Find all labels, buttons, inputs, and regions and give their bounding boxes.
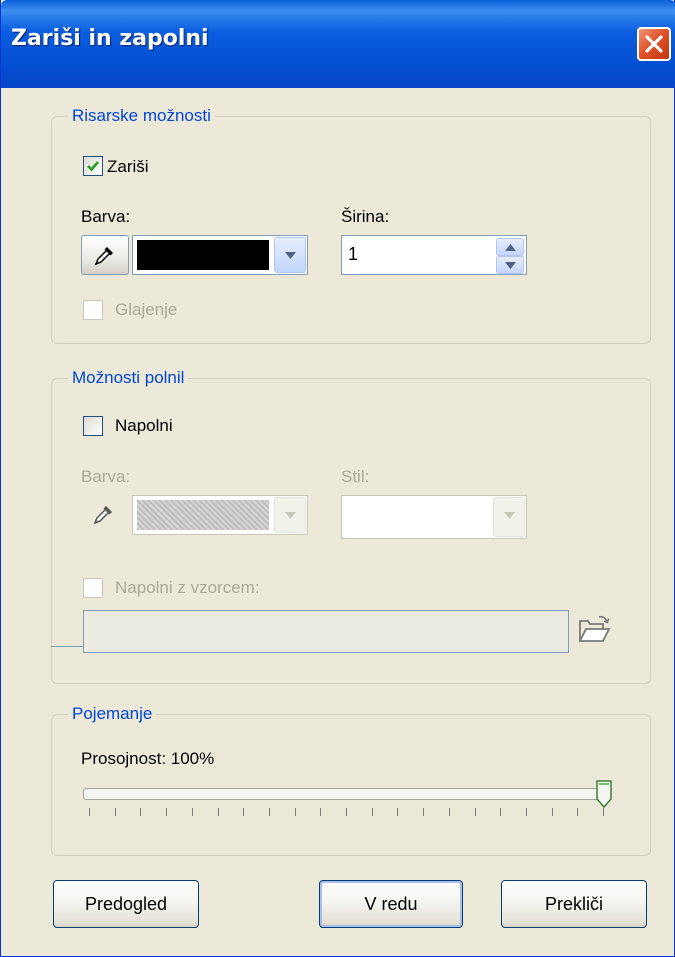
- slider-tick: [269, 808, 270, 816]
- slider-tick: [89, 808, 90, 816]
- cancel-button[interactable]: Prekliči: [501, 880, 647, 928]
- drawing-options-legend: Risarske možnosti: [68, 105, 215, 127]
- fill-color-picker-button[interactable]: [81, 495, 129, 535]
- chevron-up-icon: [505, 244, 516, 251]
- eyedropper-icon: [94, 247, 113, 266]
- antialias-label: Glajenje: [115, 300, 178, 319]
- fill-options-legend: Možnosti polnil: [68, 367, 189, 389]
- opacity-label: Prosojnost: 100%: [81, 749, 215, 768]
- fill-color-label: Barva:: [81, 467, 131, 486]
- line-color-dropdown[interactable]: [132, 235, 308, 275]
- chevron-down-icon: [504, 512, 515, 519]
- dialog-window: Zariši in zapolni Risarske možnosti Zari…: [0, 0, 675, 957]
- line-color-dropdown-arrow[interactable]: [274, 237, 306, 273]
- open-folder-icon: [578, 615, 611, 642]
- chevron-down-icon: [285, 252, 296, 259]
- fill-style-dropdown[interactable]: [341, 495, 527, 539]
- title-bar[interactable]: Zariši in zapolni: [1, 0, 675, 88]
- slider-tick: [140, 808, 141, 816]
- eyedropper-icon: [93, 506, 112, 525]
- slider-tick: [115, 808, 116, 816]
- line-width-spinner[interactable]: 1: [341, 235, 527, 275]
- pattern-fill-label: Napolni z vzorcem:: [115, 578, 260, 597]
- fill-checkbox[interactable]: [83, 416, 103, 436]
- slider-tick: [243, 808, 244, 816]
- line-width-value[interactable]: 1: [348, 244, 358, 265]
- preview-button-label: Predogled: [84, 894, 168, 914]
- spin-up-button[interactable]: [496, 238, 524, 256]
- slider-tick: [577, 808, 578, 816]
- line-color-swatch: [137, 240, 269, 270]
- blend-legend: Pojemanje: [68, 703, 157, 725]
- chevron-down-icon: [285, 512, 296, 519]
- outline-label: Zariši: [107, 157, 149, 176]
- slider-tick: [218, 808, 219, 816]
- fill-style-label: Stil:: [341, 467, 370, 486]
- slider-tick: [320, 808, 321, 816]
- cancel-button-label: Prekliči: [544, 894, 603, 914]
- slider-tick: [295, 808, 296, 816]
- checkmark-icon: [87, 161, 99, 172]
- slider-tick: [500, 808, 501, 816]
- ok-button[interactable]: V redu: [319, 880, 463, 928]
- slider-track: [83, 788, 607, 800]
- fill-color-dropdown[interactable]: [132, 495, 308, 535]
- slider-tick: [166, 808, 167, 816]
- fill-color-swatch: [137, 500, 269, 530]
- fill-color-dropdown-arrow[interactable]: [274, 497, 306, 533]
- line-color-picker-button[interactable]: [81, 235, 129, 275]
- close-button[interactable]: [637, 27, 671, 61]
- close-icon: [645, 35, 663, 53]
- slider-tick: [346, 808, 347, 816]
- window-title: Zariši in zapolni: [11, 26, 209, 51]
- slider-tick: [475, 808, 476, 816]
- spinner-buttons: [496, 238, 524, 274]
- slider-tick: [192, 808, 193, 816]
- fill-label: Napolni: [115, 416, 173, 435]
- outline-checkbox[interactable]: [83, 156, 103, 176]
- line-width-label: Širina:: [341, 207, 390, 226]
- slider-tick: [449, 808, 450, 816]
- fill-style-dropdown-arrow[interactable]: [493, 497, 525, 537]
- slider-tick: [397, 808, 398, 816]
- browse-folder-button[interactable]: [576, 612, 612, 648]
- slider-tick: [423, 808, 424, 816]
- slider-tick: [526, 808, 527, 816]
- slider-tick: [603, 808, 604, 816]
- preview-button[interactable]: Predogled: [53, 880, 199, 928]
- line-color-label: Barva:: [81, 207, 131, 226]
- ok-button-label: V redu: [364, 894, 418, 914]
- pattern-path-field[interactable]: [83, 610, 569, 653]
- slider-tick: [552, 808, 553, 816]
- chevron-down-icon: [505, 262, 516, 269]
- spin-down-button[interactable]: [496, 256, 524, 274]
- slider-tick: [372, 808, 373, 816]
- pattern-divider: [51, 646, 83, 647]
- opacity-slider[interactable]: [83, 780, 613, 824]
- slider-thumb[interactable]: [596, 780, 612, 808]
- pattern-fill-checkbox[interactable]: [83, 578, 103, 598]
- antialias-checkbox[interactable]: [83, 300, 103, 320]
